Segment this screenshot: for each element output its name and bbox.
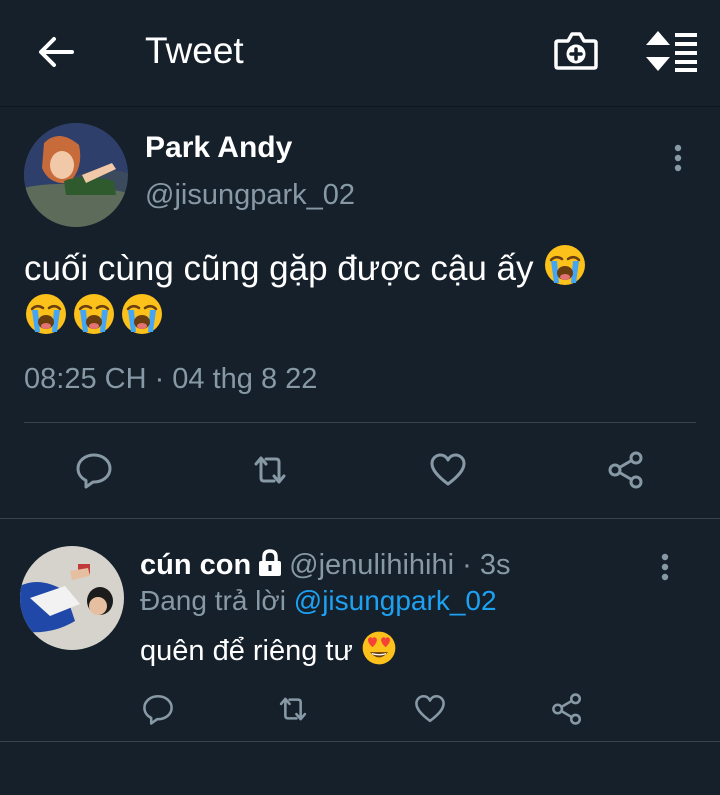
- loudly-crying-face-icon: [120, 292, 164, 336]
- reply-avatar[interactable]: [20, 546, 124, 650]
- loudly-crying-face-icon: [72, 292, 116, 336]
- avatar[interactable]: [24, 123, 128, 227]
- top-bar: Tweet: [0, 0, 720, 107]
- divider: [0, 741, 720, 742]
- retweet-icon[interactable]: [250, 450, 290, 490]
- reply-author-name[interactable]: cún con: [140, 549, 251, 581]
- replying-to-mention[interactable]: @jisungpark_02: [294, 585, 497, 616]
- author-name[interactable]: Park Andy: [145, 131, 292, 165]
- tweet-text: cuối cùng cũng gặp được cậu ấy: [24, 243, 674, 341]
- author-handle[interactable]: @jisungpark_02: [145, 179, 355, 212]
- like-icon[interactable]: [428, 450, 468, 490]
- arrow-left-icon[interactable]: [36, 32, 76, 72]
- loudly-crying-face-icon: [24, 292, 68, 336]
- reply-text-content: quên để riêng tư: [140, 635, 353, 667]
- share-icon[interactable]: [550, 692, 584, 726]
- reply-author-handle[interactable]: @jenulihihihi: [289, 549, 454, 581]
- reply-text: quên để riêng tư: [140, 630, 401, 668]
- tweet-text-content: cuối cùng cũng gặp được cậu ấy: [24, 249, 534, 288]
- like-icon[interactable]: [413, 692, 447, 726]
- reply-icon[interactable]: [74, 450, 114, 490]
- divider: [0, 518, 720, 519]
- replying-to-label: Đang trả lời: [140, 585, 286, 616]
- divider: [24, 422, 696, 423]
- retweet-icon[interactable]: [276, 692, 310, 726]
- camera-plus-icon[interactable]: [553, 30, 599, 72]
- sort-list-icon[interactable]: [644, 29, 698, 73]
- reply-time: · 3s: [462, 549, 511, 581]
- reply-header: cún con @jenulihihihi · 3s: [140, 549, 510, 582]
- share-icon[interactable]: [606, 450, 646, 490]
- more-options-icon[interactable]: [674, 144, 682, 172]
- reply-icon[interactable]: [141, 692, 175, 726]
- lock-icon: [259, 549, 282, 576]
- more-options-icon[interactable]: [661, 553, 669, 581]
- tweet-timestamp: 08:25 CH · 04 thg 8 22: [24, 363, 318, 395]
- replying-to: Đang trả lời @jisungpark_02: [140, 585, 497, 617]
- page-title: Tweet: [145, 30, 244, 71]
- heart-eyes-icon: [361, 630, 397, 666]
- loudly-crying-face-icon: [543, 243, 587, 287]
